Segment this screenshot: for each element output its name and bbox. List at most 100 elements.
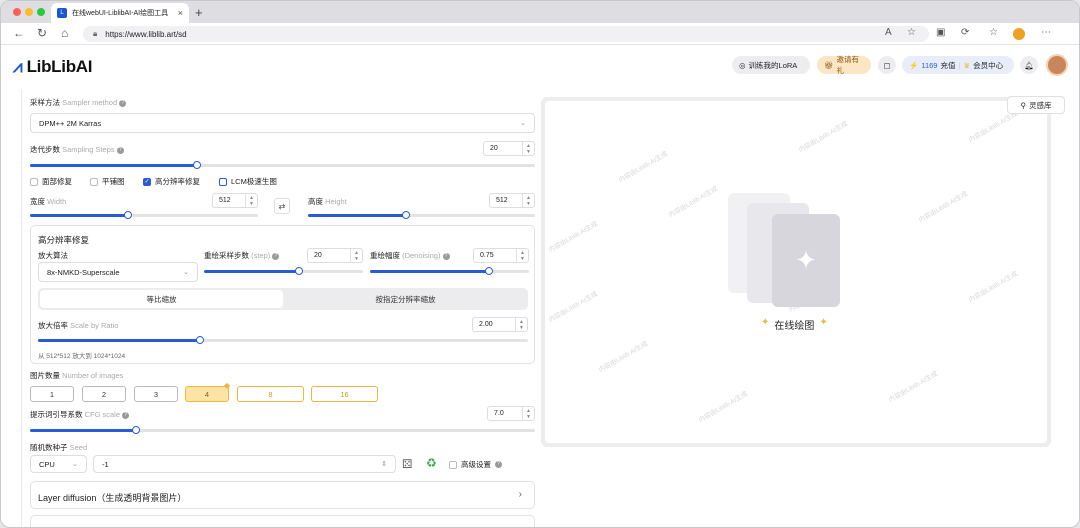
favorite-star-icon[interactable]: ☆ [907, 27, 916, 38]
site-favicon-icon: L [57, 8, 67, 18]
site-logo[interactable]: ⩘ LibLibAI [13, 57, 92, 77]
vip-diamond-icon: ◆ [224, 381, 231, 390]
upscaler-select[interactable]: 8x-NMKD-Superscale ⌄ [38, 262, 198, 282]
hires-steps-input[interactable]: 20 ▲ ▼ [307, 248, 363, 263]
tiling-checkbox[interactable]: 平铺图 [90, 176, 125, 187]
cfg-input[interactable]: 7.0 ▲ ▼ [487, 406, 535, 421]
stepper-icon: ⇕ [381, 461, 387, 468]
face-restore-checkbox[interactable]: 面部修复 [30, 176, 72, 187]
chevron-down-icon: ⌄ [72, 461, 78, 468]
browser-tab[interactable]: L 在线webUI-LiblibAI-AI绘图工具 × [51, 3, 189, 23]
folder-icon: ▢ [883, 60, 891, 70]
browser-window: L 在线webUI-LiblibAI-AI绘图工具 × + ← ↻ ⌂ 🔒︎ h… [0, 0, 1080, 528]
steps-input[interactable]: 20 ▲ ▼ [483, 141, 535, 156]
more-menu-icon[interactable]: ⋯ [1041, 27, 1051, 38]
sampler-select[interactable]: DPM++ 2M Karras ⌄ [30, 113, 535, 133]
close-tab-icon[interactable]: × [178, 8, 183, 18]
hires-fix-panel: 高分辨率修复 放大算法 8x-NMKD-Superscale ⌄ 重绘采样步数 (… [30, 225, 535, 364]
site-header: ⩘ LibLibAI ◎ 训练我的LoRA 🎁︎ 邀请有礼 ▢ ⚡ 1169 充… [1, 45, 1079, 89]
scale-input[interactable]: 2.00 ▲ ▼ [472, 317, 528, 332]
chevron-right-icon: › [518, 489, 522, 500]
layer-diffusion-label: Layer diffusion（生成透明背景图片） [38, 493, 187, 503]
settings-panel: 采样方法 Sampler method ? DPM++ 2M Karras ⌄ 迭… [21, 89, 544, 527]
stepper-icon: ▲ ▼ [516, 249, 528, 262]
address-bar-row: ← ↻ ⌂ 🔒︎ https://www.liblib.art/sd A ☆ ▣… [1, 23, 1079, 45]
cfg-slider[interactable] [30, 426, 535, 434]
layer-diffusion-panel[interactable]: Layer diffusion（生成透明背景图片） › [30, 481, 535, 509]
inspiration-button[interactable]: ⚲ 灵感库 [1007, 96, 1065, 114]
logo-text: LibLibAI [26, 57, 93, 76]
images-option-4[interactable]: 4 [185, 386, 229, 402]
scale-label: 放大倍率 Scale by Ratio [38, 321, 119, 330]
scale-mode-toggle: 等比缩放 按指定分辨率缩放 [38, 288, 528, 310]
cfg-label: 提示词引导系数 CFG scale ? [30, 409, 130, 420]
read-aloud-icon[interactable]: A [885, 27, 892, 38]
seed-device-select[interactable]: CPU ⌄ [30, 455, 87, 473]
stepper-icon: ▲ ▼ [350, 249, 362, 262]
images-option-2[interactable]: 2 [82, 386, 126, 402]
close-window-button[interactable] [13, 8, 21, 16]
images-label: 图片数量 Number of images [30, 371, 124, 380]
stepper-icon: ▲ ▼ [522, 194, 534, 207]
credits-count: 1169 [921, 60, 938, 70]
folder-button[interactable]: ▢ [878, 56, 896, 74]
train-lora-button[interactable]: ◎ 训练我的LoRA [732, 56, 810, 74]
denoise-slider[interactable] [370, 267, 529, 275]
tab-bar: L 在线webUI-LiblibAI-AI绘图工具 × + [1, 1, 1079, 23]
checkbox-icon [90, 177, 98, 186]
home-icon[interactable]: ⌂ [61, 26, 68, 40]
favorites-icon[interactable]: ☆ [989, 27, 998, 38]
scale-slider[interactable] [38, 336, 528, 344]
dice-icon[interactable]: ⚄ [402, 457, 412, 471]
train-icon: ◎ [739, 60, 746, 70]
new-tab-icon[interactable]: + [195, 5, 203, 20]
width-label: 宽度 Width [30, 197, 67, 206]
scale-note: 从 512*512 放大到 1024*1024 [38, 353, 126, 360]
sparkle-icon: ✦ [819, 317, 828, 328]
profile-icon[interactable] [1013, 28, 1025, 40]
logo-mark-icon: ⩘ [13, 57, 23, 76]
height-slider[interactable] [308, 211, 535, 219]
maximize-window-button[interactable] [37, 8, 45, 16]
scale-by-ratio-tab[interactable]: 等比缩放 [40, 290, 283, 308]
back-icon[interactable]: ← [13, 26, 25, 40]
refresh-extension-icon[interactable]: ⟳ [961, 27, 969, 38]
hires-steps-slider[interactable] [204, 267, 363, 275]
advanced-settings-checkbox[interactable]: 高级设置 ? [449, 459, 502, 470]
width-input[interactable]: 512 ▲ ▼ [212, 193, 258, 208]
scale-by-resolution-tab[interactable]: 按指定分辨率缩放 [285, 290, 526, 308]
images-option-16[interactable]: 16 [311, 386, 378, 402]
chevron-down-icon: ⌄ [183, 269, 189, 276]
gift-icon: 🎁︎ [824, 60, 834, 70]
checkbox-icon [449, 460, 457, 469]
invite-button[interactable]: 🎁︎ 邀请有礼 [817, 55, 871, 75]
reload-icon[interactable]: ↻ [37, 26, 47, 40]
avatar[interactable] [1046, 54, 1068, 76]
steps-slider[interactable] [30, 161, 535, 169]
member-center-link[interactable]: 会员中心 [973, 60, 1003, 71]
height-label: 高度 Height [308, 197, 347, 206]
extension-icon[interactable]: ▣ [936, 27, 945, 38]
seed-input[interactable]: -1 ⇕ [93, 455, 396, 473]
lcm-checkbox[interactable]: LCM极速生图 [219, 176, 277, 187]
minimize-window-button[interactable] [25, 8, 33, 16]
height-input[interactable]: 512 ▲ ▼ [489, 193, 535, 208]
collapsed-panel[interactable] [30, 515, 535, 527]
images-option-1[interactable]: 1 [30, 386, 74, 402]
swap-icon: ⇄ [278, 201, 286, 211]
recycle-icon[interactable]: ♻ [426, 456, 437, 470]
help-icon: ? [122, 411, 130, 419]
width-slider[interactable] [30, 211, 258, 219]
help-icon: ? [495, 461, 502, 468]
url-field[interactable]: 🔒︎ https://www.liblib.art/sd [83, 26, 929, 42]
notification-button[interactable]: 🔔︎ [1020, 56, 1038, 74]
swap-dimensions-button[interactable]: ⇄ [274, 198, 290, 214]
denoise-input[interactable]: 0.75 ▲ ▼ [473, 248, 529, 263]
recharge-link[interactable]: 充值 [940, 60, 955, 71]
sampler-label: 采样方法 Sampler method ? [30, 97, 127, 108]
images-option-8[interactable]: 8 [237, 386, 304, 402]
crown-icon: ♛ [963, 60, 971, 70]
hires-fix-checkbox[interactable]: ✓ 高分辨率修复 [143, 176, 200, 187]
hires-title: 高分辨率修复 [38, 235, 90, 245]
images-option-3[interactable]: 3 [134, 386, 178, 402]
